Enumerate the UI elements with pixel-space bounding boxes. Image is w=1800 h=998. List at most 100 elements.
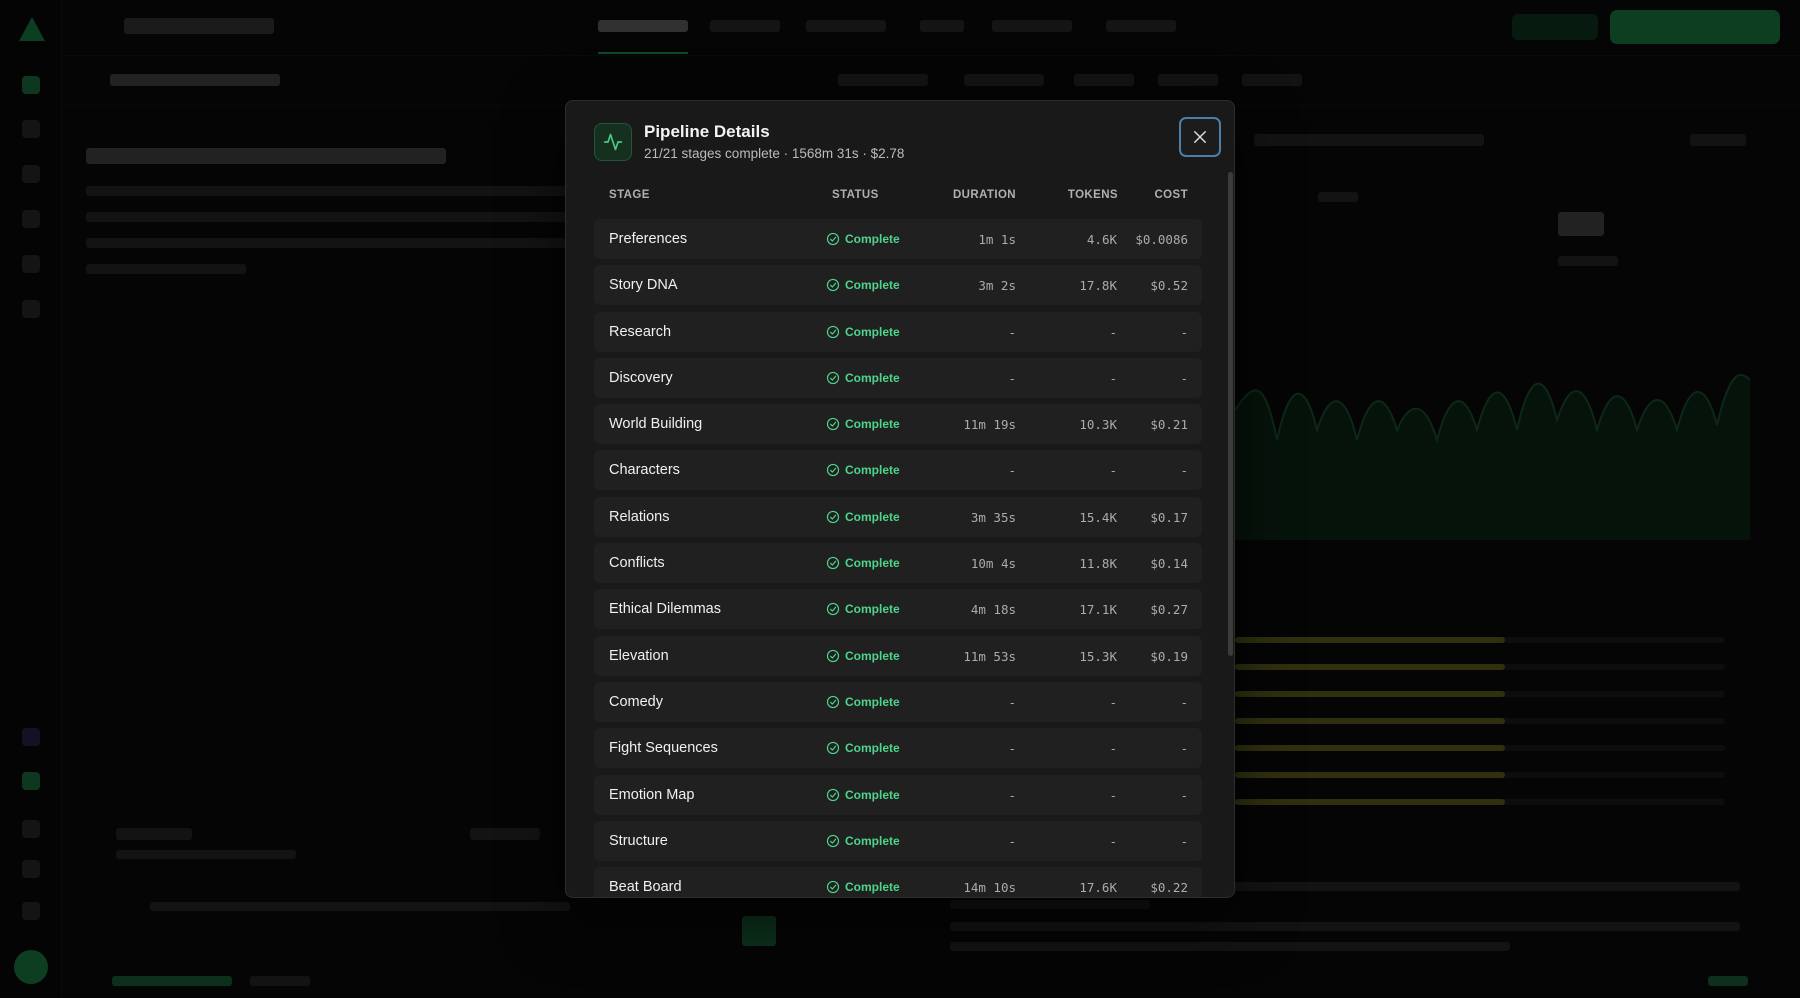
cost-value: - xyxy=(1180,463,1188,479)
stage-name: World Building xyxy=(609,416,703,433)
cost-value: $0.21 xyxy=(1150,417,1188,433)
status-badge: Complete xyxy=(826,880,900,894)
status-badge: Complete xyxy=(826,649,900,663)
table-row[interactable]: Comedy Complete - - - xyxy=(594,681,1202,722)
tokens-value: 15.3K xyxy=(1079,648,1117,664)
stage-name: Ethical Dilemmas xyxy=(609,601,721,618)
duration-value: 4m 18s xyxy=(970,602,1016,618)
stage-name: Preferences xyxy=(609,231,688,247)
stage-name: Structure xyxy=(609,832,668,849)
status-label: Complete xyxy=(845,370,900,385)
stage-name: Fight Sequences xyxy=(609,740,718,757)
tokens-value: 17.8K xyxy=(1079,278,1117,294)
table-row[interactable]: Story DNA Complete 3m 2s 17.8K $0.52 xyxy=(594,265,1202,306)
tokens-value: 15.4K xyxy=(1079,509,1117,525)
duration-value: 14m 10s xyxy=(963,880,1016,896)
status-badge: Complete xyxy=(826,278,900,292)
stage-name: Elevation xyxy=(609,647,669,664)
cost-value: - xyxy=(1180,694,1188,710)
stage-name: Conflicts xyxy=(609,555,665,572)
status-badge: Complete xyxy=(826,834,900,848)
duration-value: - xyxy=(1008,370,1016,386)
duration-value: - xyxy=(1008,741,1016,757)
status-label: Complete xyxy=(845,417,900,432)
duration-value: 11m 53s xyxy=(963,648,1016,664)
status-badge: Complete xyxy=(826,741,900,755)
table-row[interactable]: Discovery Complete - - - xyxy=(594,357,1202,398)
table-row[interactable]: Structure Complete - - - xyxy=(594,820,1202,861)
status-badge: Complete xyxy=(826,510,900,524)
table-row[interactable]: Ethical Dilemmas Complete 4m 18s 17.1K $… xyxy=(594,589,1202,630)
table-row[interactable]: Fight Sequences Complete - - - xyxy=(594,728,1202,769)
status-label: Complete xyxy=(845,324,900,339)
close-icon xyxy=(1194,131,1206,143)
check-circle-icon xyxy=(826,232,840,246)
stage-name: Relations xyxy=(609,508,670,525)
status-label: Complete xyxy=(845,648,900,663)
cost-value: $0.52 xyxy=(1150,278,1188,294)
stage-table-body: Preferences Complete 1m 1s 4.6K $0.0086 … xyxy=(594,219,1202,897)
cost-value: $0.27 xyxy=(1150,602,1188,618)
check-circle-icon xyxy=(826,510,840,523)
close-button[interactable] xyxy=(1179,117,1221,157)
status-badge: Complete xyxy=(826,371,900,385)
cost-value: - xyxy=(1180,833,1188,849)
tokens-value: 11.8K xyxy=(1079,556,1117,572)
status-label: Complete xyxy=(845,602,900,617)
table-row[interactable]: Elevation Complete 11m 53s 15.3K $0.19 xyxy=(594,635,1202,676)
duration-value: 1m 1s xyxy=(978,232,1016,247)
cost-value: $0.0086 xyxy=(1135,232,1188,247)
tokens-value: - xyxy=(1109,787,1117,803)
check-circle-icon xyxy=(826,325,840,338)
stage-name: Research xyxy=(609,323,672,340)
status-badge: Complete xyxy=(826,325,900,339)
tokens-value: 17.1K xyxy=(1079,602,1117,618)
tokens-value: 10.3K xyxy=(1079,417,1117,433)
check-circle-icon xyxy=(826,371,840,385)
table-row[interactable]: Preferences Complete 1m 1s 4.6K $0.0086 xyxy=(594,219,1202,259)
table-row[interactable]: Beat Board Complete 14m 10s 17.6K $0.22 xyxy=(594,867,1202,897)
check-circle-icon xyxy=(826,788,840,801)
table-row[interactable]: Characters Complete - - - xyxy=(594,450,1202,491)
tokens-value: - xyxy=(1109,370,1117,386)
duration-value: - xyxy=(1008,324,1016,340)
tokens-value: - xyxy=(1109,324,1117,340)
check-circle-icon xyxy=(826,603,840,616)
check-circle-icon xyxy=(826,464,840,477)
column-header-duration: DURATION xyxy=(952,189,1016,201)
status-badge: Complete xyxy=(826,232,900,246)
tokens-value: 17.6K xyxy=(1079,880,1117,896)
modal-subtitle: 21/21 stages complete · 1568m 31s · $2.7… xyxy=(644,146,905,161)
table-row[interactable]: Emotion Map Complete - - - xyxy=(594,774,1202,815)
cost-value: - xyxy=(1180,324,1188,340)
modal-header: Pipeline Details 21/21 stages complete ·… xyxy=(566,101,1234,181)
cost-value: $0.17 xyxy=(1150,509,1188,525)
check-circle-icon xyxy=(826,695,840,709)
tokens-value: - xyxy=(1109,694,1117,710)
tokens-value: - xyxy=(1109,833,1117,849)
cost-value: $0.22 xyxy=(1150,880,1188,896)
column-header-cost: COST xyxy=(1154,189,1188,201)
status-label: Complete xyxy=(845,278,900,293)
check-circle-icon xyxy=(826,834,840,847)
status-label: Complete xyxy=(845,787,900,802)
status-badge: Complete xyxy=(826,788,900,802)
tokens-value: 4.6K xyxy=(1086,232,1117,247)
table-row[interactable]: Research Complete - - - xyxy=(594,311,1202,352)
duration-value: 3m 35s xyxy=(970,509,1016,525)
check-circle-icon xyxy=(826,742,840,755)
status-badge: Complete xyxy=(826,556,900,570)
duration-value: - xyxy=(1008,833,1016,849)
stage-name: Characters xyxy=(609,462,680,479)
status-badge: Complete xyxy=(826,463,900,477)
status-badge: Complete xyxy=(826,602,900,616)
table-row[interactable]: World Building Complete 11m 19s 10.3K $0… xyxy=(594,404,1202,445)
table-row[interactable]: Conflicts Complete 10m 4s 11.8K $0.14 xyxy=(594,543,1202,584)
check-circle-icon xyxy=(826,649,840,662)
activity-pulse-icon xyxy=(594,123,632,161)
status-label: Complete xyxy=(845,232,900,246)
table-row[interactable]: Relations Complete 3m 35s 15.4K $0.17 xyxy=(594,496,1202,537)
status-label: Complete xyxy=(845,741,900,756)
modal-scrollbar[interactable] xyxy=(1228,172,1233,656)
stage-name: Comedy xyxy=(609,693,663,710)
